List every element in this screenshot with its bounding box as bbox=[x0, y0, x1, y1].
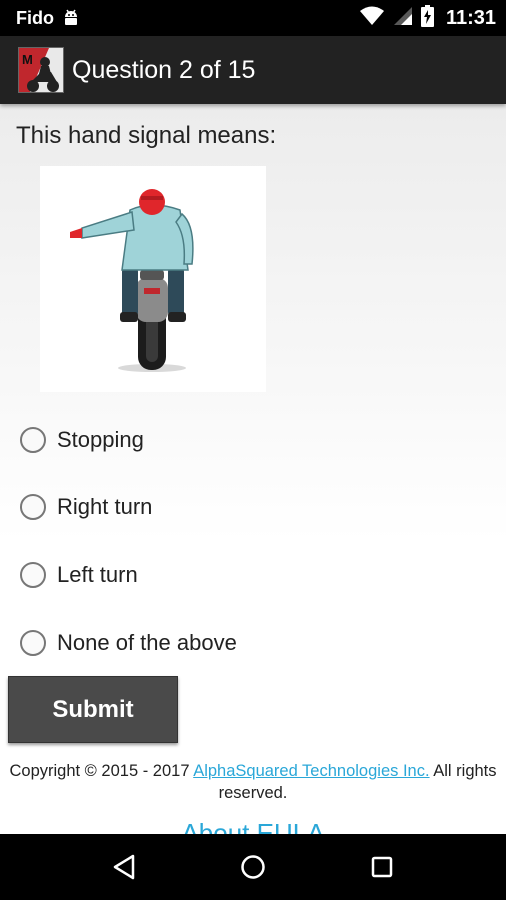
footer-links-partial[interactable]: About EULA bbox=[0, 818, 506, 834]
motorcycle-app-icon: M bbox=[18, 47, 64, 93]
radio-button[interactable] bbox=[20, 629, 46, 656]
cell-signal-icon bbox=[393, 6, 413, 31]
option-label: None of the above bbox=[57, 629, 237, 655]
company-link[interactable]: AlphaSquared Technologies Inc. bbox=[193, 762, 429, 780]
action-bar: M Question 2 of 15 bbox=[0, 36, 506, 104]
status-bar: Fido 11:31 bbox=[0, 0, 506, 36]
option-label: Right turn bbox=[57, 494, 153, 520]
question-prompt: This hand signal means: bbox=[16, 122, 277, 149]
radio-button[interactable] bbox=[20, 561, 46, 588]
svg-text:M: M bbox=[22, 52, 33, 67]
copyright-text: Copyright © 2015 - 2017 bbox=[9, 762, 194, 780]
option-none-of-the-above[interactable]: None of the above bbox=[20, 609, 490, 677]
option-right-turn[interactable]: Right turn bbox=[20, 474, 490, 542]
option-stopping[interactable]: Stopping bbox=[20, 406, 490, 474]
wifi-icon bbox=[359, 6, 385, 31]
radio-button[interactable] bbox=[20, 494, 46, 521]
radio-button[interactable] bbox=[20, 426, 46, 453]
recents-icon[interactable] bbox=[362, 847, 402, 887]
copyright-footer: Copyright © 2015 - 2017 AlphaSquared Tec… bbox=[0, 760, 506, 804]
answer-options: Stopping Right turn Left turn None of th… bbox=[20, 406, 490, 676]
android-notification-icon bbox=[62, 8, 80, 28]
option-left-turn[interactable]: Left turn bbox=[20, 541, 490, 609]
home-icon[interactable] bbox=[233, 847, 273, 887]
question-content: This hand signal means: Stopping Right t… bbox=[0, 104, 506, 834]
battery-charging-icon bbox=[420, 4, 434, 32]
option-label: Stopping bbox=[57, 426, 144, 452]
page-title: Question 2 of 15 bbox=[72, 55, 256, 84]
back-icon[interactable] bbox=[104, 847, 144, 887]
navigation-bar bbox=[0, 834, 506, 900]
option-label: Left turn bbox=[57, 561, 138, 587]
carrier-name: Fido bbox=[16, 7, 54, 28]
hand-signal-image bbox=[40, 166, 266, 392]
submit-button[interactable]: Submit bbox=[8, 676, 178, 743]
clock: 11:31 bbox=[445, 6, 496, 29]
